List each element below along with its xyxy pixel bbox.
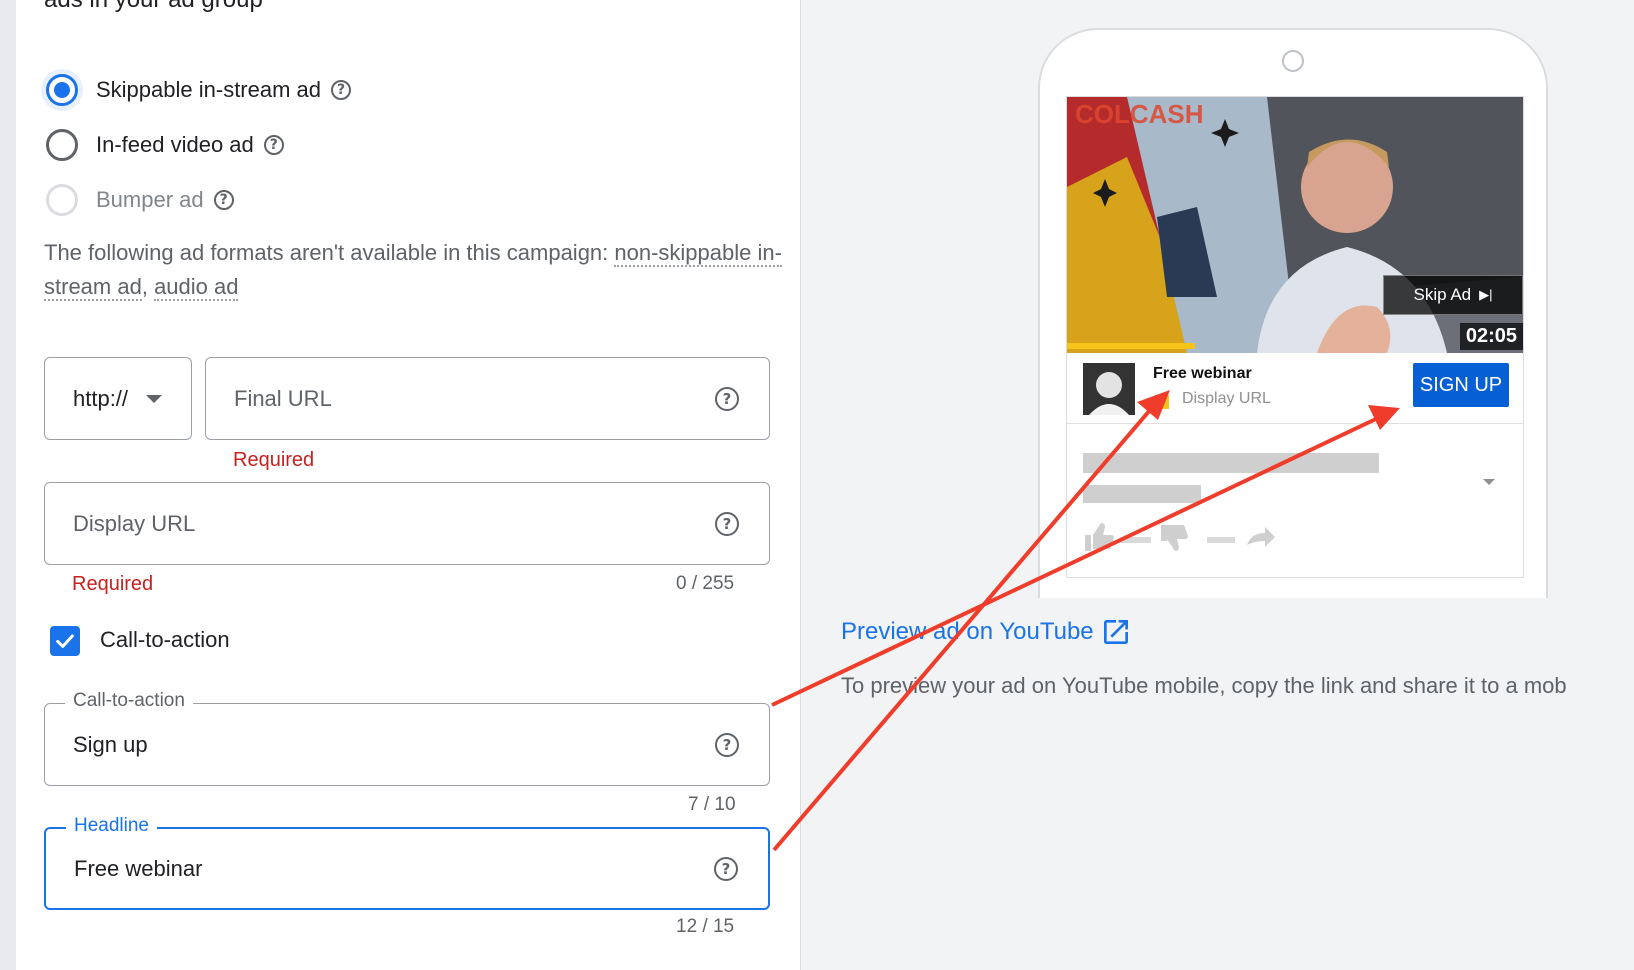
radio-skippable-in-stream[interactable]: Skippable in-stream ad ? — [46, 70, 352, 110]
video-progress-bar — [1067, 343, 1195, 349]
expand-chevron-icon[interactable] — [1481, 477, 1497, 487]
share-icon — [1247, 527, 1275, 547]
phone-screen: COLCASH Skip Ad ▶| 02:05 Free webinar Di… — [1066, 96, 1524, 578]
radio-bumper-ad: Bumper ad ? — [46, 180, 234, 220]
video-player[interactable]: COLCASH Skip Ad ▶| 02:05 — [1067, 97, 1523, 353]
preview-link-label: Preview ad on YouTube — [841, 618, 1094, 645]
final-url-input[interactable]: Final URL ? — [205, 357, 770, 440]
action-row-icons — [1085, 523, 1275, 551]
dislike-icon — [1161, 525, 1188, 551]
ad-display-url: Display URL — [1182, 390, 1271, 407]
preview-description: To preview your ad on YouTube mobile, co… — [841, 673, 1567, 698]
note-separator: , — [141, 274, 155, 299]
channel-avatar — [1083, 363, 1135, 415]
display-url-placeholder: Display URL — [73, 510, 196, 536]
dropdown-arrow-icon — [146, 394, 163, 403]
headline-field-value: Free webinar — [74, 855, 203, 881]
cta-field-label: Call-to-action — [65, 690, 193, 712]
radio-in-feed-video[interactable]: In-feed video ad ? — [46, 125, 284, 165]
radio-label: Bumper ad — [96, 187, 204, 212]
skip-ad-label: Skip Ad — [1413, 285, 1472, 304]
skip-ad-button[interactable]: Skip Ad ▶| — [1383, 275, 1523, 315]
display-url-input[interactable]: Display URL ? — [44, 482, 770, 565]
radio-button-disabled — [46, 184, 78, 216]
help-icon[interactable]: ? — [715, 511, 739, 536]
open-in-new-icon — [1103, 620, 1128, 644]
help-icon[interactable]: ? — [715, 386, 739, 411]
help-icon[interactable]: ? — [715, 732, 739, 757]
radio-button-selected[interactable] — [46, 74, 78, 106]
cta-checkbox[interactable] — [50, 626, 80, 656]
headline-input[interactable]: Headline Free webinar ? — [44, 815, 770, 910]
sign-up-button[interactable]: SIGN UP — [1413, 363, 1509, 407]
help-icon[interactable]: ? — [331, 80, 352, 100]
display-url-counter: 0 / 255 — [676, 573, 735, 594]
phone-preview-frame: COLCASH Skip Ad ▶| 02:05 Free webinar Di… — [1038, 28, 1548, 598]
preview-on-youtube-link[interactable]: Preview ad on YouTube — [841, 616, 1132, 648]
protocol-select[interactable]: http:// — [44, 357, 192, 440]
phone-camera — [1282, 50, 1304, 72]
video-timer: 02:05 — [1459, 323, 1523, 350]
checkmark-icon — [56, 634, 74, 648]
like-icon — [1085, 523, 1114, 551]
final-url-placeholder: Final URL — [234, 385, 332, 411]
radio-label: In-feed video ad — [96, 132, 254, 157]
display-url-error: Required — [72, 573, 154, 595]
skeleton-subtitle — [1083, 485, 1201, 503]
help-icon[interactable]: ? — [263, 135, 284, 155]
divider — [1067, 423, 1523, 424]
left-gutter — [0, 0, 16, 970]
headline-field-label: Headline — [66, 815, 157, 837]
ad-badge-icon — [1155, 395, 1169, 409]
radio-label: Skippable in-stream ad — [96, 77, 322, 102]
protocol-value: http:// — [73, 385, 129, 411]
unavailable-formats-note: The following ad formats aren't availabl… — [44, 236, 784, 304]
brand-watermark: COLCASH — [1075, 99, 1204, 129]
radio-button[interactable] — [46, 129, 78, 161]
skip-next-icon: ▶| — [1479, 287, 1493, 302]
section-title: ads in your ad group — [44, 0, 263, 14]
skeleton-title — [1083, 453, 1379, 473]
ad-info-bar: Free webinar Display URL SIGN UP — [1067, 353, 1523, 423]
link-audio-ad[interactable]: audio ad — [154, 274, 239, 301]
note-text: The following ad formats aren't availabl… — [44, 240, 615, 265]
cta-checkbox-label: Call-to-action — [100, 627, 230, 652]
headline-counter: 12 / 15 — [676, 916, 735, 937]
cta-counter: 7 / 10 — [688, 794, 736, 815]
cta-field-value: Sign up — [73, 731, 148, 757]
help-icon[interactable]: ? — [714, 856, 738, 881]
final-url-error: Required — [233, 449, 315, 471]
ad-format-panel: ads in your ad group Skippable in-stream… — [16, 0, 801, 970]
avatar-photo — [1083, 363, 1135, 415]
cta-text-input[interactable]: Call-to-action Sign up ? — [44, 690, 770, 786]
ad-headline: Free webinar — [1153, 365, 1252, 382]
help-icon[interactable]: ? — [213, 190, 234, 210]
